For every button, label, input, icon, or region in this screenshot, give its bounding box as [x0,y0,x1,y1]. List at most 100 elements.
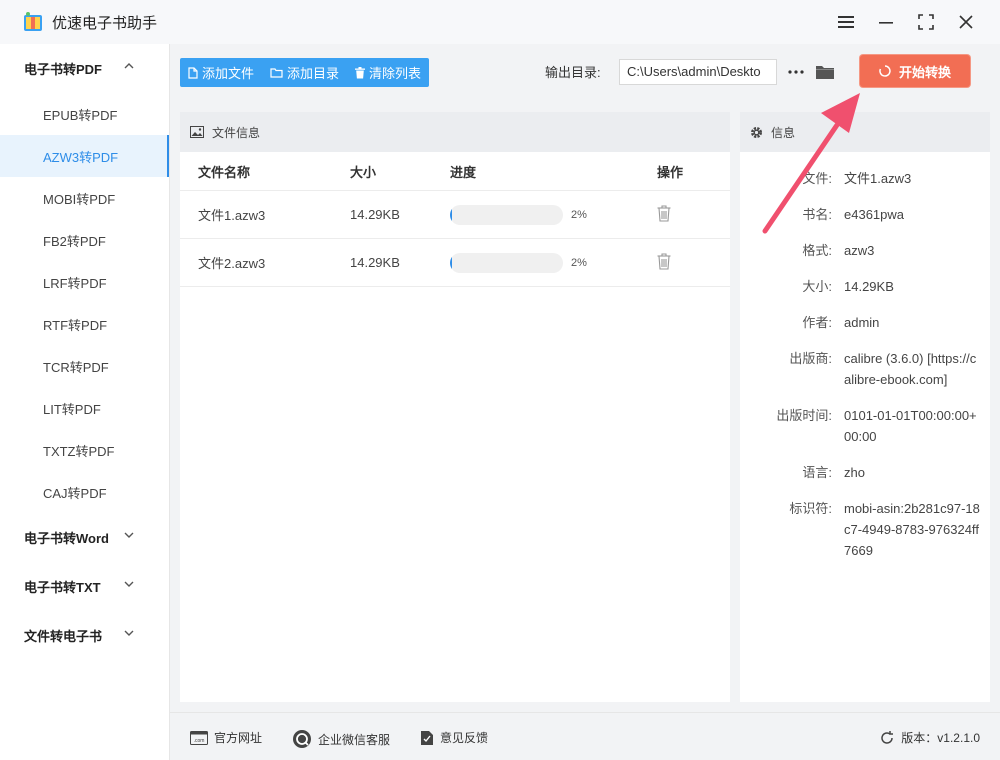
action-cell [640,204,730,225]
progress-fill [450,252,453,273]
file-name: 文件2.azw3 [198,256,266,271]
sidebar-item-epub[interactable]: EPUB转PDF [0,93,169,135]
wechat-service-link[interactable]: 企业微信客服 [292,729,390,749]
sidebar-item-caj[interactable]: CAJ转PDF [0,471,169,513]
file-icon [188,66,198,79]
table-row[interactable]: 文件2.azw3 14.29KB 2% [180,239,730,287]
trash-icon[interactable] [657,252,671,273]
meta-label: 标识符: [789,501,832,516]
sidebar-item-lrf[interactable]: LRF转PDF [0,261,169,303]
close-icon[interactable] [946,0,986,44]
meta-label: 书名: [802,207,832,222]
table-header: 文件名称 大小 进度 操作 [180,152,730,191]
col-header-name: 文件名称 [198,164,251,180]
web-icon: .com [190,730,208,745]
trash-icon[interactable] [657,204,671,225]
sidebar-item-azw3[interactable]: AZW3转PDF [0,135,169,177]
version-info: 版本：v1.2.1.0 [879,729,980,746]
meta-size: 大小: 14.29KB [740,276,990,297]
meta-label: 大小: [802,279,832,294]
refresh-icon [881,730,894,744]
file-info-panel: 文件信息 文件名称 大小 进度 操作 文件1.azw3 14.29KB 2% 文… [180,112,730,702]
more-options-icon[interactable] [786,59,806,85]
table-row[interactable]: 文件1.azw3 14.29KB 2% [180,191,730,239]
footer: .com 官方网址 企业微信客服 意见反馈 版本：v1.2.1.0 [170,712,1000,760]
chevron-up-icon [124,63,134,69]
meta-label: 出版时间: [776,408,832,423]
metadata-list: 文件: 文件1.azw3 书名: e4361pwa 格式: azw3 大小: 14.29… [740,152,990,561]
meta-author: 作者: admin [740,312,990,333]
chevron-down-icon [124,581,134,587]
meta-label: 文件: [802,171,832,186]
metadata-panel: 信息 文件: 文件1.azw3 书名: e4361pwa 格式: azw3 大小: 14… [740,112,990,702]
nav-group-ebook-to-pdf[interactable]: 电子书转PDF [0,44,169,93]
folder-icon [270,68,283,78]
feedback-icon [421,730,433,745]
minimize-icon[interactable] [866,0,906,44]
progress-bar [450,252,563,273]
output-dir-label: 输出目录: [545,65,601,80]
file-name: 文件1.azw3 [198,208,266,223]
app-logo-icon [22,11,44,33]
info-panel-header: 信息 [740,112,990,152]
file-panel-header: 文件信息 [180,112,730,152]
nav-group-ebook-to-txt[interactable]: 电子书转TXT [0,562,169,611]
toolbar-button-group: 添加文件 添加目录 清除列表 [180,58,430,87]
progress-fill [450,204,453,225]
meta-label: 格式: [802,243,832,258]
feedback-link[interactable]: 意见反馈 [420,729,488,746]
meta-label: 出版商: [789,351,832,366]
progress-bar [450,204,563,225]
progress-text: 2% [571,256,587,269]
meta-format: 格式: azw3 [740,240,990,261]
menu-icon[interactable] [826,0,866,44]
meta-value: 14.29KB [844,279,894,294]
col-header-action: 操作 [657,164,684,180]
trash-icon [355,66,366,78]
app-title: 优速电子书助手 [52,14,158,32]
sidebar: 电子书转PDF EPUB转PDF AZW3转PDF MOBI转PDF FB2转P… [0,44,170,760]
chat-icon [293,730,311,748]
toolbar: 添加文件 添加目录 清除列表 输出目录: C:\Users\admin\Desk… [170,44,1000,100]
chevron-down-icon [124,532,134,538]
output-dir-field[interactable]: C:\Users\admin\Deskto [619,59,777,85]
progress-cell: 2% [450,252,640,273]
start-convert-button[interactable]: 开始转换 [860,55,970,87]
image-icon [190,126,204,138]
meta-value: e4361pwa [844,207,904,222]
meta-value: zho [844,465,865,480]
nav-group-ebook-to-word[interactable]: 电子书转Word [0,513,169,562]
meta-value: azw3 [844,243,875,258]
add-directory-button[interactable]: 添加目录 [270,63,339,82]
progress-text: 2% [571,208,587,221]
nav-group-file-to-ebook[interactable]: 文件转电子书 [0,611,169,660]
sidebar-item-tcr[interactable]: TCR转PDF [0,345,169,387]
meta-label: 作者: [802,315,832,330]
title-bar: 优速电子书助手 [0,0,1000,44]
sidebar-item-txtz[interactable]: TXTZ转PDF [0,429,169,471]
add-file-button[interactable]: 添加文件 [188,63,254,82]
meta-value: 文件1.azw3 [844,171,912,186]
maximize-icon[interactable] [906,0,946,44]
meta-value: 0101-01-01T00:00:00+00:00 [844,408,977,444]
meta-publisher: 出版商: calibre (3.6.0) [https://calibre-ebo… [740,348,990,390]
meta-label: 语言: [802,465,832,480]
clear-list-button[interactable]: 清除列表 [355,63,421,82]
window-controls [826,0,986,44]
meta-identifier: 标识符: mobi-asin:2b281c97-18c7-4949-8783-97… [740,498,990,561]
meta-value: mobi-asin:2b281c97-18c7-4949-8783-976324… [844,501,980,558]
progress-cell: 2% [450,204,640,225]
meta-file: 文件: 文件1.azw3 [740,168,990,189]
sidebar-item-mobi[interactable]: MOBI转PDF [0,177,169,219]
meta-language: 语言: zho [740,462,990,483]
sidebar-item-lit[interactable]: LIT转PDF [0,387,169,429]
svg-text:.com: .com [194,738,205,744]
website-link[interactable]: .com 官方网址 [190,729,262,746]
sidebar-item-rtf[interactable]: RTF转PDF [0,303,169,345]
file-size: 14.29KB [350,255,400,270]
sidebar-item-fb2[interactable]: FB2转PDF [0,219,169,261]
meta-value: admin [844,315,880,330]
col-header-size: 大小 [350,164,377,180]
col-header-progress: 进度 [450,164,477,180]
browse-folder-icon[interactable] [814,59,836,85]
